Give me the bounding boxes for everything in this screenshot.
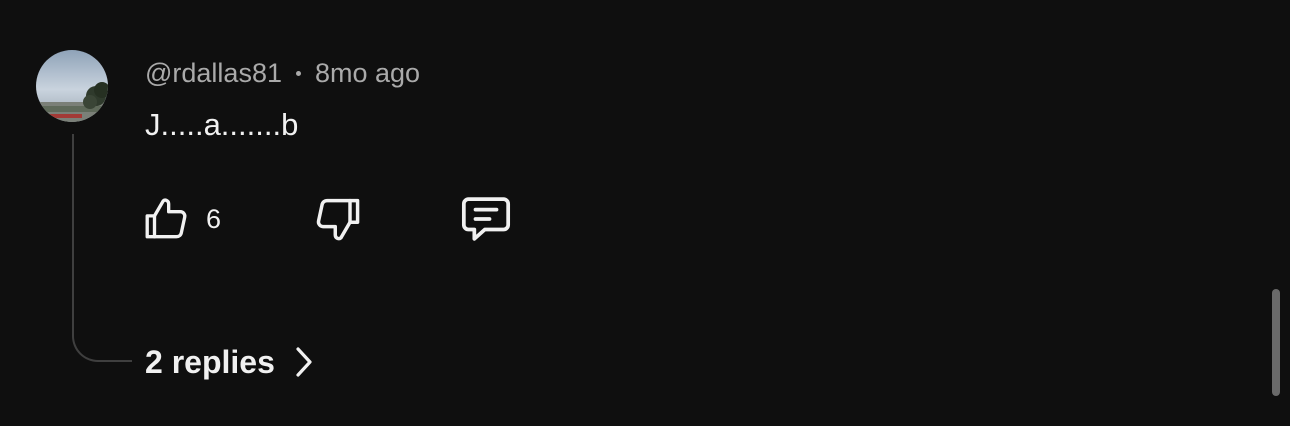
thumbs-down-icon (316, 198, 360, 241)
thread-connector-line (72, 134, 132, 362)
view-replies-button[interactable]: 2 replies (145, 340, 313, 384)
author-handle[interactable]: @rdallas81 (145, 58, 282, 89)
like-count: 6 (206, 203, 222, 234)
comment-thread: @rdallas81 8mo ago J.....a.......b 6 2 r… (0, 0, 1290, 426)
dislike-button[interactable] (311, 192, 363, 246)
comment-meta: @rdallas81 8mo ago (145, 56, 420, 90)
avatar[interactable] (36, 50, 108, 122)
like-button[interactable]: 6 (142, 192, 221, 246)
thumbs-up-icon (145, 198, 187, 239)
avatar-image (36, 50, 108, 122)
timestamp: 8mo ago (314, 57, 421, 88)
separator-dot (295, 70, 301, 76)
replies-label: 2 replies (145, 343, 275, 380)
comment-icon (461, 197, 511, 241)
scrollbar-thumb[interactable] (1272, 289, 1280, 396)
chevron-right-icon (296, 347, 312, 377)
reply-button[interactable] (458, 192, 514, 246)
comment-text: J.....a.......b (145, 107, 299, 142)
